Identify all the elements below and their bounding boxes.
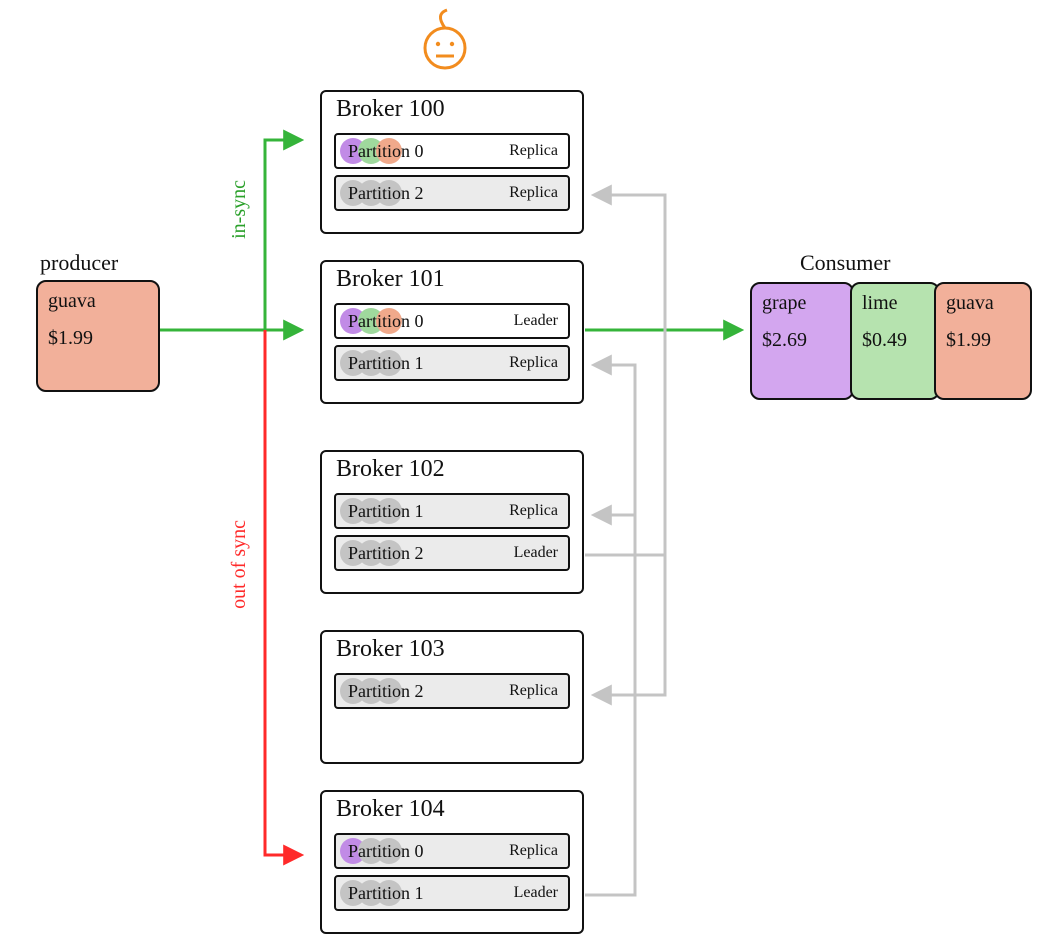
neutral-face-icon: [430, 20, 460, 50]
broker-title: Broker 102: [322, 452, 582, 489]
broker-102: Broker 102 Partition 1 Replica Partition…: [320, 450, 584, 594]
broker-title: Broker 100: [322, 92, 582, 129]
partition-name: Partition 0: [348, 841, 424, 862]
partition-row: Partition 2 Replica: [334, 175, 570, 211]
producer-item: guava: [48, 290, 148, 313]
producer-label: producer: [40, 250, 118, 276]
partition-role: Leader: [514, 312, 558, 330]
consumer-card-guava: guava $1.99: [934, 282, 1032, 400]
producer-price: $1.99: [48, 327, 148, 350]
partition-row: Partition 0 Replica: [334, 833, 570, 869]
partition-row: Partition 0 Replica: [334, 133, 570, 169]
consumer-price: $2.69: [762, 329, 842, 352]
broker-title: Broker 103: [322, 632, 582, 669]
consumer-label: Consumer: [800, 250, 890, 276]
broker-101: Broker 101 Partition 0 Leader Partition …: [320, 260, 584, 404]
producer-card: guava $1.99: [36, 280, 160, 392]
partition-name: Partition 1: [348, 501, 424, 522]
consumer-card-lime: lime $0.49: [850, 282, 940, 400]
partition-role: Replica: [509, 842, 558, 860]
consumer-item: guava: [946, 292, 1020, 315]
consumer-price: $1.99: [946, 329, 1020, 352]
consumer-price: $0.49: [862, 329, 928, 352]
partition-name: Partition 1: [348, 353, 424, 374]
partition-role: Replica: [509, 682, 558, 700]
broker-title: Broker 104: [322, 792, 582, 829]
consumer-item: lime: [862, 292, 928, 315]
out-of-sync-label: out of sync: [228, 520, 251, 609]
broker-104: Broker 104 Partition 0 Replica Partition…: [320, 790, 584, 934]
partition-role: Leader: [514, 884, 558, 902]
broker-100: Broker 100 Partition 0 Replica Partition…: [320, 90, 584, 234]
partition-name: Partition 1: [348, 883, 424, 904]
partition-row: Partition 2 Replica: [334, 673, 570, 709]
diagram-root: producer guava $1.99 in-sync out of sync…: [0, 0, 1040, 950]
partition-name: Partition 2: [348, 543, 424, 564]
partition-name: Partition 0: [348, 141, 424, 162]
partition-role: Replica: [509, 184, 558, 202]
partition-row: Partition 1 Leader: [334, 875, 570, 911]
partition-role: Replica: [509, 502, 558, 520]
partition-row: Partition 1 Replica: [334, 493, 570, 529]
consumer-item: grape: [762, 292, 842, 315]
partition-row: Partition 2 Leader: [334, 535, 570, 571]
partition-row: Partition 0 Leader: [334, 303, 570, 339]
partition-name: Partition 2: [348, 183, 424, 204]
partition-row: Partition 1 Replica: [334, 345, 570, 381]
consumer-card-grape: grape $2.69: [750, 282, 854, 400]
partition-role: Replica: [509, 142, 558, 160]
in-sync-label: in-sync: [228, 180, 251, 239]
partition-role: Leader: [514, 544, 558, 562]
partition-name: Partition 2: [348, 681, 424, 702]
broker-103: Broker 103 Partition 2 Replica: [320, 630, 584, 764]
partition-name: Partition 0: [348, 311, 424, 332]
partition-role: Replica: [509, 354, 558, 372]
broker-title: Broker 101: [322, 262, 582, 299]
